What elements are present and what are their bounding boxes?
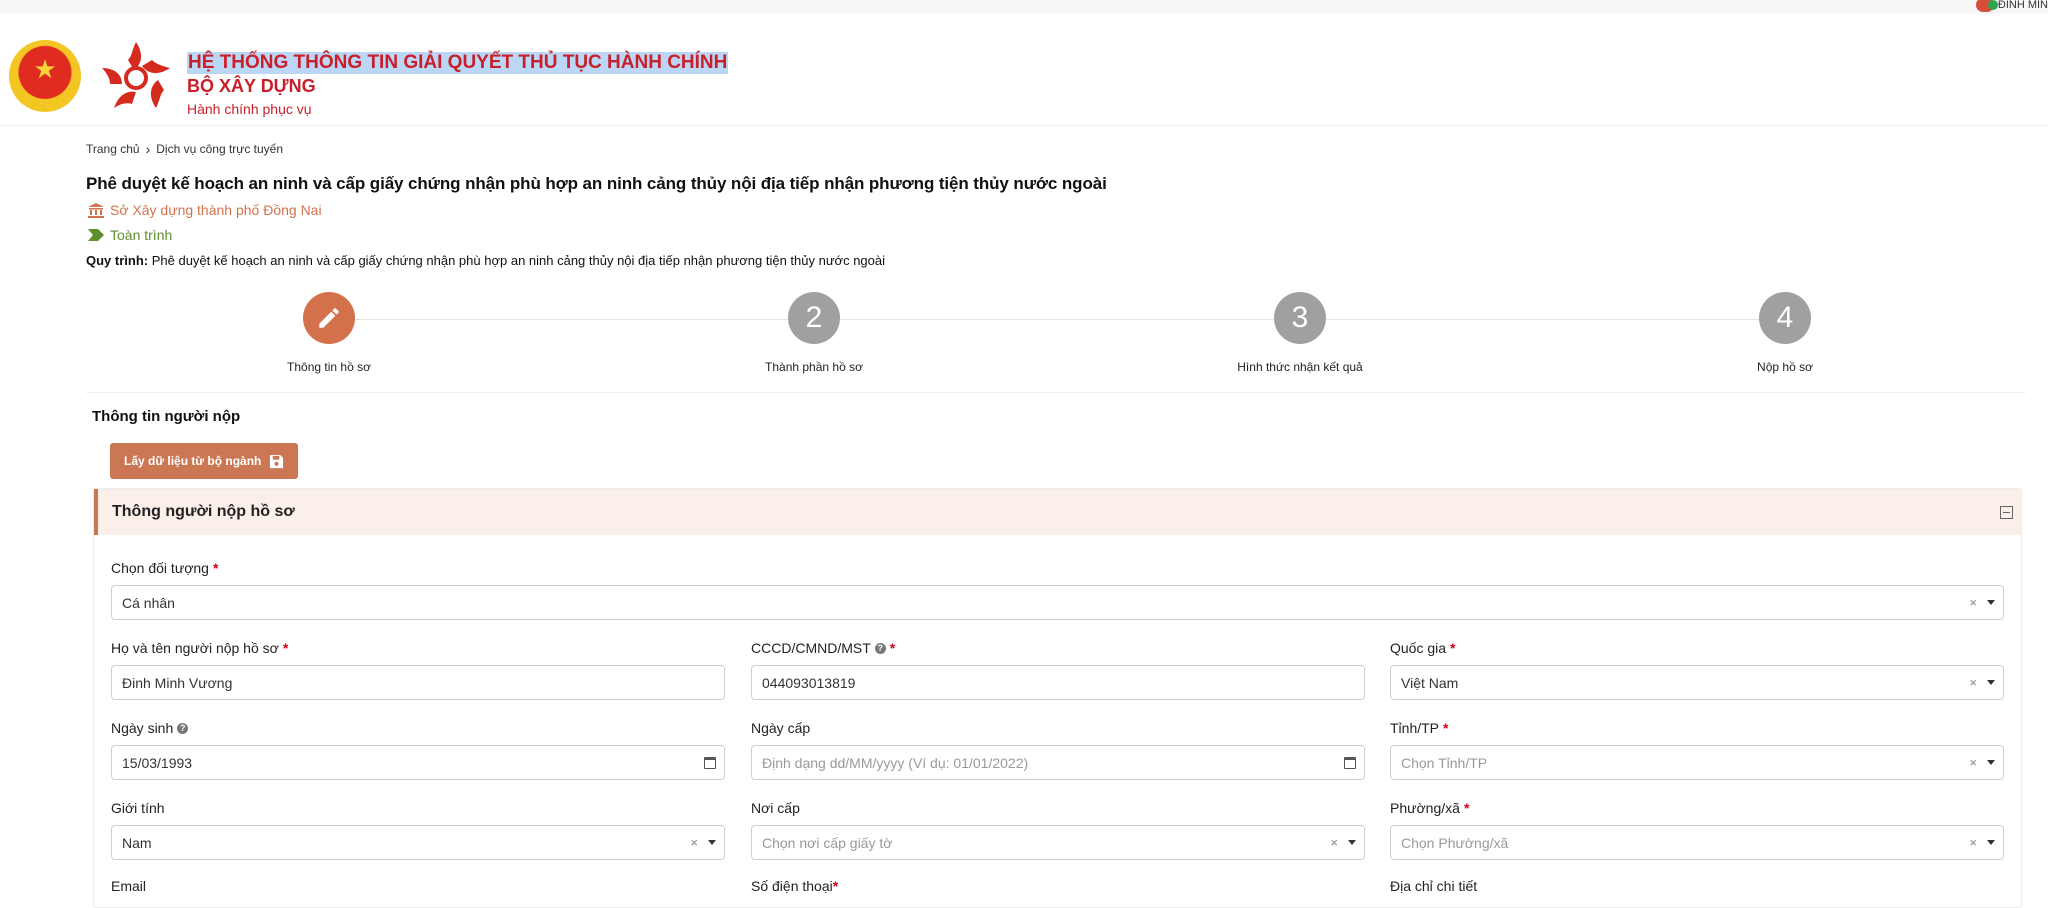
clear-icon[interactable]: ×	[1330, 835, 1338, 850]
save-icon	[270, 454, 284, 468]
step-label: Thành phần hồ sơ	[765, 360, 863, 374]
ward-select[interactable]: Chọn Phường/xã ×	[1390, 825, 2004, 860]
issue-place-select[interactable]: Chọn nơi cấp giấy tờ ×	[751, 825, 1365, 860]
gender-label: Giới tính	[111, 800, 165, 816]
system-title: HỆ THỐNG THÔNG TIN GIẢI QUYẾT THỦ TỤC HÀ…	[187, 52, 729, 74]
panel-header[interactable]: Thông người nộp hồ sơ	[94, 489, 2021, 535]
fetch-data-button[interactable]: Lấy dữ liệu từ bộ ngành	[110, 443, 299, 479]
ward-label: Phường/xã *	[1390, 800, 1470, 816]
address-label: Địa chỉ chi tiết	[1390, 878, 1478, 894]
clear-icon[interactable]: ×	[1969, 755, 1977, 770]
id-number-field: CCCD/CMND/MST? * 044093013819	[751, 639, 1365, 700]
full-name-field: Họ và tên người nộp hồ sơ * Đinh Minh Vươ…	[111, 639, 725, 700]
stepper: Thông tin hồ sơ 2 Thành phần hồ sơ 3 Hìn…	[86, 292, 2026, 376]
object-type-value: Cá nhân	[122, 594, 175, 611]
ministry-logo-icon	[102, 42, 170, 108]
caret-down-icon	[1987, 760, 1995, 765]
id-number-input[interactable]: 044093013819	[751, 665, 1365, 700]
step-label: Hình thức nhận kết quả	[1237, 360, 1363, 374]
chevron-tag-icon	[88, 229, 104, 241]
stepper-line	[329, 319, 1785, 320]
clear-icon[interactable]: ×	[1969, 675, 1977, 690]
process-value: Phê duyệt kế hoạch an ninh và cấp giấy c…	[151, 253, 885, 268]
step-circle	[303, 292, 355, 344]
panel-title: Thông người nộp hồ sơ	[112, 503, 295, 520]
breadcrumb-home[interactable]: Trang chủ	[86, 142, 140, 156]
fetch-data-label: Lấy dữ liệu từ bộ ngành	[124, 454, 262, 468]
collapse-icon[interactable]	[2000, 505, 2013, 519]
scope-label: Toàn trình	[110, 227, 173, 243]
scope-line: Toàn trình	[88, 227, 172, 243]
clear-icon[interactable]: ×	[690, 835, 698, 850]
step-label: Nộp hồ sơ	[1757, 360, 1813, 374]
step-1[interactable]: Thông tin hồ sơ	[239, 292, 419, 374]
breadcrumb: Trang chủ › Dịch vụ công trực tuyến	[86, 141, 283, 157]
avatar-icon	[1975, 0, 1998, 12]
issue-date-label: Ngày cấp	[751, 720, 811, 736]
step-circle: 2	[788, 292, 840, 344]
step-2[interactable]: 2 Thành phần hồ sơ	[724, 292, 904, 374]
full-name-input[interactable]: Đinh Minh Vương	[111, 665, 725, 700]
id-number-label: CCCD/CMND/MST? *	[751, 640, 896, 656]
clear-icon[interactable]: ×	[1969, 595, 1977, 610]
calendar-icon[interactable]	[1344, 756, 1356, 769]
province-label: Tỉnh/TP *	[1390, 720, 1449, 736]
step-circle: 4	[1759, 292, 1811, 344]
object-type-select[interactable]: Cá nhân ×	[111, 585, 2004, 620]
country-field: Quốc gia * Việt Nam ×	[1390, 639, 2004, 700]
slogan: Hành chính phục vụ	[187, 101, 312, 117]
ministry-name: BỘ XÂY DỰNG	[187, 76, 316, 96]
caret-down-icon	[1987, 600, 1995, 605]
phone-label: Số điện thoại*	[751, 878, 839, 894]
process-line: Quy trình: Phê duyệt kế hoạch an ninh và…	[86, 253, 885, 268]
ward-field: Phường/xã * Chọn Phường/xã ×	[1390, 799, 2004, 860]
birth-date-input[interactable]: 15/03/1993	[111, 745, 725, 780]
issue-place-field: Nơi cấp Chọn nơi cấp giấy tờ ×	[751, 799, 1365, 860]
top-strip: ĐINH MIN	[0, 0, 2048, 14]
province-field: Tỉnh/TP * Chọn Tỉnh/TP ×	[1390, 719, 2004, 780]
step-4[interactable]: 4 Nộp hồ sơ	[1695, 292, 1875, 374]
caret-down-icon	[1987, 840, 1995, 845]
calendar-icon[interactable]	[704, 756, 716, 769]
country-select[interactable]: Việt Nam ×	[1390, 665, 2004, 700]
agency-name: Sở Xây dựng thành phố Đồng Nai	[110, 202, 322, 218]
breadcrumb-current[interactable]: Dịch vụ công trực tuyến	[156, 142, 283, 156]
caret-down-icon	[1987, 680, 1995, 685]
gender-select[interactable]: Nam ×	[111, 825, 725, 860]
site-header: HỆ THỐNG THÔNG TIN GIẢI QUYẾT THỦ TỤC HÀ…	[0, 14, 2048, 126]
province-select[interactable]: Chọn Tỉnh/TP ×	[1390, 745, 2004, 780]
object-type-label: Chọn đối tượng *	[111, 560, 219, 576]
help-icon[interactable]: ?	[177, 722, 189, 734]
caret-down-icon	[708, 840, 716, 845]
agency-line: Sở Xây dựng thành phố Đồng Nai	[88, 202, 322, 218]
clear-icon[interactable]: ×	[1969, 835, 1977, 850]
process-label: Quy trình:	[86, 253, 149, 268]
step-3[interactable]: 3 Hình thức nhận kết quả	[1210, 292, 1390, 374]
bank-icon	[88, 202, 104, 218]
country-label: Quốc gia *	[1390, 640, 1456, 656]
user-menu[interactable]: ĐINH MIN	[1975, 0, 2048, 12]
national-emblem-icon	[9, 40, 81, 112]
caret-down-icon	[1348, 840, 1356, 845]
birth-date-label: Ngày sinh?	[111, 719, 725, 737]
section-title: Thông tin người nộp	[92, 408, 241, 425]
divider	[86, 392, 2026, 393]
issue-date-field: Ngày cấp Định dạng dd/MM/yyyy (Ví dụ: 01…	[751, 719, 1365, 780]
object-type-field: Chọn đối tượng * Cá nhân ×	[111, 559, 2004, 620]
issue-place-label: Nơi cấp	[751, 800, 800, 816]
gender-field: Giới tính Nam ×	[111, 799, 725, 860]
issue-date-input[interactable]: Định dạng dd/MM/yyyy (Ví dụ: 01/01/2022)	[751, 745, 1365, 780]
pencil-icon	[319, 308, 339, 328]
step-circle: 3	[1274, 292, 1326, 344]
brand-block: HỆ THỐNG THÔNG TIN GIẢI QUYẾT THỦ TỤC HÀ…	[187, 52, 729, 119]
chevron-right-icon: ›	[145, 141, 151, 157]
email-label: Email	[111, 878, 147, 894]
user-name: ĐINH MIN	[1997, 0, 2048, 11]
page-title: Phê duyệt kế hoạch an ninh và cấp giấy c…	[86, 174, 1107, 193]
help-icon[interactable]: ?	[874, 642, 886, 654]
birth-date-field: Ngày sinh? 15/03/1993	[111, 719, 725, 780]
step-label: Thông tin hồ sơ	[287, 360, 371, 374]
full-name-label: Họ và tên người nộp hồ sơ *	[111, 640, 289, 656]
